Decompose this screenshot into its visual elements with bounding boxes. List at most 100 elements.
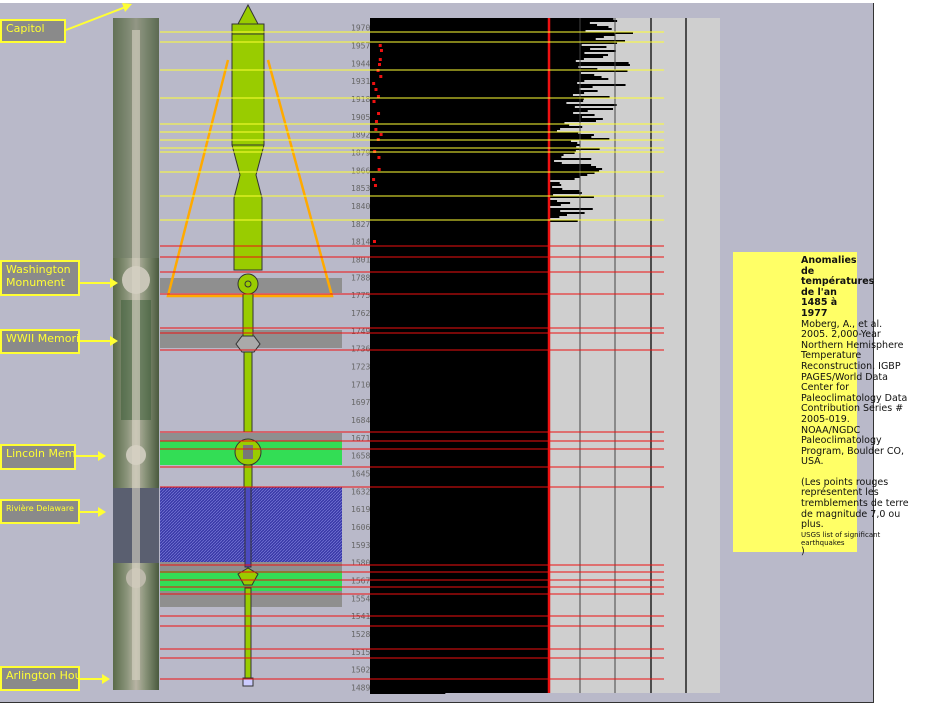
anomaly-bar — [370, 634, 539, 636]
note-title: Anomalies de températures de l'an 1485 à… — [801, 255, 875, 319]
anomaly-bar — [370, 600, 496, 602]
anomaly-bar — [370, 446, 511, 448]
anomaly-bar — [370, 628, 515, 630]
anomaly-bar — [370, 538, 456, 540]
anomaly-bar — [370, 112, 574, 114]
anomaly-bar — [370, 568, 497, 570]
anomaly-bar — [370, 560, 491, 562]
year-tick-label: 1918 — [351, 95, 370, 104]
anomaly-bar — [370, 680, 466, 682]
anomaly-bar — [370, 424, 454, 426]
anomaly-bar — [370, 128, 561, 130]
earthquake-dot — [377, 156, 381, 159]
anomaly-bar — [370, 342, 502, 344]
anomaly-bar — [370, 308, 517, 310]
anomaly-bar — [370, 516, 496, 518]
year-tick-label: 1736 — [351, 345, 370, 354]
anomaly-bar — [370, 398, 500, 400]
anomaly-bar — [370, 550, 465, 552]
anomaly-bar — [370, 346, 533, 348]
anomaly-bar — [370, 22, 590, 24]
anomaly-bar — [370, 412, 455, 414]
anomaly-bar — [370, 288, 464, 290]
anomaly-bar — [370, 238, 476, 240]
earthquake-dot — [379, 133, 383, 136]
anomaly-bar — [370, 512, 485, 514]
year-tick-label: 1606 — [351, 523, 370, 532]
anomaly-bar — [370, 284, 459, 286]
anomaly-bar — [370, 50, 616, 52]
anomaly-bar — [370, 318, 493, 320]
anomaly-bar — [370, 478, 499, 480]
anomaly-bar — [370, 520, 500, 522]
anomaly-bar — [370, 28, 612, 30]
year-tick-label: 1528 — [351, 630, 370, 639]
anomaly-bar — [370, 354, 515, 356]
anomaly-bar — [370, 514, 513, 516]
anomaly-bar — [370, 558, 495, 560]
anomaly-bar — [370, 26, 609, 28]
anomaly-bar — [370, 52, 585, 54]
earthquake-dot — [374, 128, 378, 131]
anomaly-bar — [370, 330, 521, 332]
earthquake-dot — [378, 63, 382, 66]
earthquake-dot — [372, 82, 376, 85]
year-tick-label: 1957 — [351, 41, 370, 50]
anomaly-bar — [370, 676, 456, 678]
earthquake-dot — [378, 44, 382, 47]
anomaly-bar — [370, 336, 550, 338]
anomaly-bar — [370, 382, 518, 384]
label-capitol: Capitol — [0, 19, 66, 43]
year-tick-label: 1775 — [351, 291, 370, 300]
anomaly-bar — [370, 334, 528, 336]
year-tick-label: 1489 — [351, 684, 370, 693]
anomaly-bar — [370, 464, 501, 466]
anomaly-bar — [370, 692, 446, 694]
anomaly-bar — [370, 74, 595, 76]
anomaly-bar — [370, 114, 595, 116]
anomaly-bar — [370, 56, 604, 58]
anomaly-bar — [370, 126, 583, 128]
anomaly-bar — [370, 18, 614, 20]
anomaly-bar — [370, 106, 575, 108]
anomaly-bar — [370, 602, 511, 604]
anomaly-bar — [370, 134, 594, 136]
anomaly-bar — [370, 390, 497, 392]
anomaly-bar — [370, 588, 520, 590]
anomaly-bar — [370, 100, 584, 102]
anomaly-bar — [370, 452, 492, 454]
anomaly-bar — [370, 226, 476, 228]
anomaly-bar — [370, 392, 498, 394]
anomaly-bar — [370, 82, 578, 84]
anomaly-bar — [370, 258, 476, 260]
anomaly-bar — [370, 228, 482, 230]
anomaly-bar — [370, 434, 473, 436]
anomaly-bar — [370, 528, 512, 530]
year-tick-label: 1840 — [351, 202, 370, 211]
anomaly-bar — [370, 202, 571, 204]
earthquake-dot — [377, 168, 381, 171]
year-tick-label: 1788 — [351, 273, 370, 282]
year-tick-label: 1541 — [351, 612, 370, 621]
anomaly-bar — [370, 684, 486, 686]
anomaly-bar — [370, 508, 493, 510]
anomaly-bar — [370, 216, 560, 218]
anomaly-bar — [370, 360, 508, 362]
anomaly-bar — [370, 536, 462, 538]
anomaly-bar — [370, 642, 511, 644]
anomaly-bar — [370, 450, 529, 452]
earthquake-dot — [372, 178, 376, 181]
anomaly-bar — [370, 242, 468, 244]
earthquake-dot — [372, 240, 376, 243]
anomaly-bar — [370, 264, 475, 266]
anomaly-bar — [370, 222, 533, 224]
anomaly-bar — [370, 540, 491, 542]
anomaly-bar — [370, 454, 504, 456]
anomaly-bar — [370, 504, 482, 506]
anomaly-bar — [370, 358, 538, 360]
anomaly-bar — [370, 296, 511, 298]
anomaly-bar — [370, 502, 533, 504]
anomaly-bar — [370, 386, 495, 388]
anomaly-bar — [370, 574, 480, 576]
anomaly-bar — [370, 262, 463, 264]
